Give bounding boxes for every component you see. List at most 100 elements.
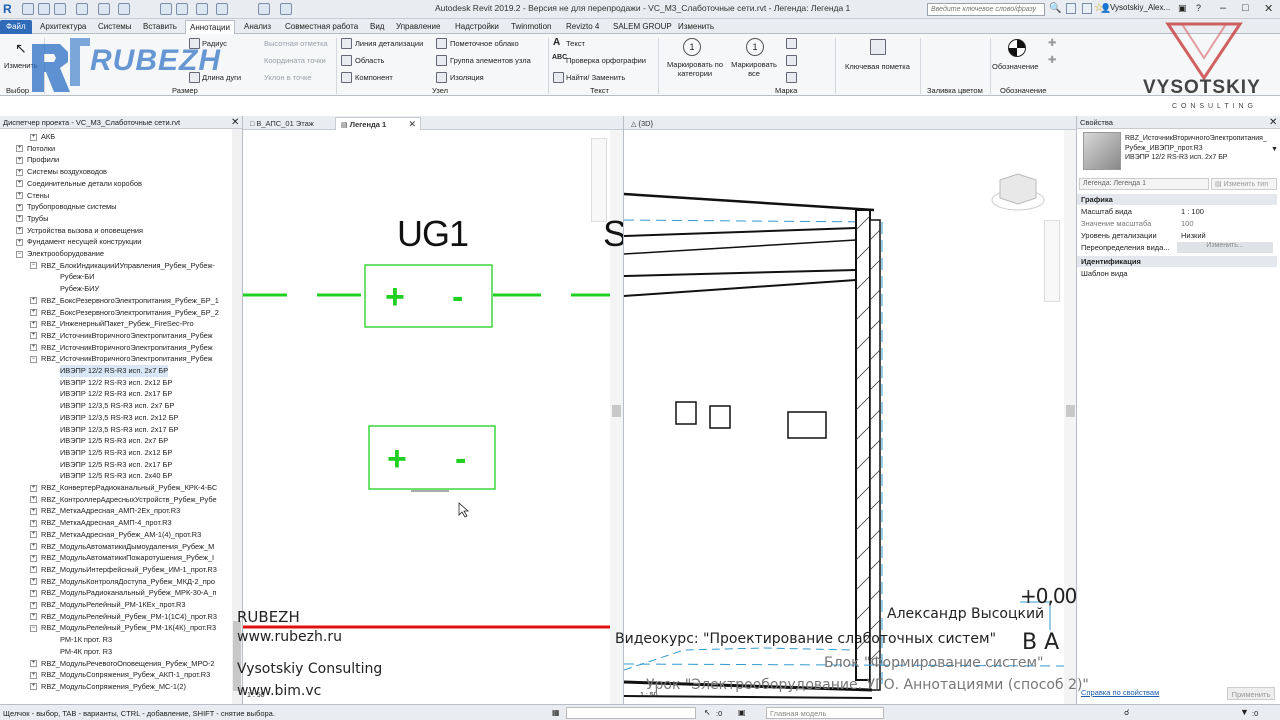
- undo-icon[interactable]: [54, 3, 66, 15]
- expand-icon[interactable]: +: [30, 496, 37, 504]
- expand-icon[interactable]: +: [16, 238, 23, 246]
- editable-only-icon[interactable]: ↖: [704, 708, 711, 717]
- beam-annotation-icon[interactable]: ✚: [1048, 55, 1056, 66]
- tree-item[interactable]: + RBZ_МеткаАдресная_АМП-4_прот.R3: [30, 517, 172, 529]
- view-tab-floor[interactable]: □ В_АПС_01 Этаж: [245, 117, 335, 130]
- tree-item[interactable]: + RBZ_КонвертерРадиоканальный_Рубеж_КРК-4…: [30, 482, 217, 494]
- tag-by-category-icon[interactable]: 1: [683, 38, 701, 56]
- tree-item[interactable]: + RBZ_ИнженерныйПакет_Рубеж_FireSec-Pro: [30, 318, 194, 330]
- minimize-button[interactable]: –: [1220, 2, 1226, 14]
- select-links-icon[interactable]: ☌: [1124, 708, 1129, 717]
- close-icon[interactable]: ✕: [231, 117, 239, 128]
- help-icon[interactable]: ?: [1196, 3, 1201, 13]
- component-icon[interactable]: [341, 72, 352, 83]
- tree-item[interactable]: + RBZ_МодульРелейный_РМ-1КЕх_прот.R3: [30, 599, 185, 611]
- design-options-icon[interactable]: ▣: [738, 708, 746, 717]
- tab-systems[interactable]: Системы: [98, 20, 132, 34]
- expand-icon[interactable]: +: [16, 145, 23, 153]
- spell-check-button[interactable]: Проверка орфографии: [566, 56, 646, 65]
- tag-all-button[interactable]: Маркировать все: [728, 60, 780, 78]
- keynote-button[interactable]: Ключевая пометка: [845, 62, 910, 71]
- tree-item[interactable]: + Трубопроводные системы: [16, 201, 116, 213]
- close-button[interactable]: ✕: [1264, 2, 1273, 15]
- expand-icon[interactable]: +: [30, 671, 37, 679]
- group-select-label[interactable]: Выбор: [6, 86, 29, 95]
- detail-line-icon[interactable]: [341, 38, 352, 49]
- type-dropdown-icon[interactable]: ▼: [1271, 146, 1278, 153]
- tag-options-icon-3[interactable]: [786, 72, 797, 83]
- close-icon[interactable]: ✕: [1269, 117, 1277, 128]
- expand-icon[interactable]: +: [16, 215, 23, 223]
- tree-item[interactable]: + RBZ_МеткаАдресная_Рубеж_АМ-1(4)_прот.R3: [30, 529, 201, 541]
- span-direction-icon[interactable]: ✚: [1048, 38, 1056, 49]
- tree-item[interactable]: + Потолки: [16, 143, 55, 155]
- tree-item[interactable]: ИВЭПР 12/5 RS-R3 исп. 2x12 БР: [60, 447, 172, 459]
- expand-icon[interactable]: +: [30, 344, 37, 352]
- tab-analyze[interactable]: Анализ: [244, 20, 271, 34]
- tree-item[interactable]: + RBZ_МодульСопряжения_Рубеж_МС-1(2): [30, 681, 186, 693]
- expand-icon[interactable]: +: [30, 613, 37, 621]
- tree-item[interactable]: + Стены: [16, 190, 49, 202]
- tree-item[interactable]: + RBZ_МеткаАдресная_АМП-2Ех_прот.R3: [30, 505, 180, 517]
- tab-architecture[interactable]: Архитектура: [40, 20, 86, 34]
- region-icon[interactable]: [341, 55, 352, 66]
- text-icon[interactable]: [160, 3, 172, 15]
- tree-item[interactable]: − Электрооборудование: [16, 248, 104, 260]
- expand-icon[interactable]: +: [30, 484, 37, 492]
- collapse-icon[interactable]: −: [30, 624, 37, 632]
- modify-icon[interactable]: ↖: [15, 40, 27, 57]
- region-button[interactable]: Область: [355, 56, 384, 65]
- tree-item[interactable]: − RBZ_БлокИндикацииИУправления_Рубеж_Рубе…: [30, 260, 215, 272]
- 3d-scale[interactable]: 1 : 50: [640, 692, 658, 699]
- apply-button[interactable]: Применить: [1227, 687, 1275, 700]
- save-icon[interactable]: [38, 3, 50, 15]
- insulation-button[interactable]: Изоляция: [450, 73, 484, 82]
- tree-item[interactable]: + Системы воздуховодов: [16, 166, 107, 178]
- expand-icon[interactable]: +: [16, 168, 23, 176]
- tab-collaborate[interactable]: Совместная работа: [285, 20, 358, 34]
- expand-icon[interactable]: +: [30, 297, 37, 305]
- tab-twinmotion[interactable]: Twinmotion: [511, 20, 551, 34]
- detail-group-button[interactable]: Группа элементов узла: [450, 56, 531, 65]
- print-icon[interactable]: [98, 3, 110, 15]
- tab-addins[interactable]: Надстройки: [455, 20, 499, 34]
- spot-elevation-button[interactable]: Высотная отметка: [264, 39, 328, 48]
- tree-item[interactable]: − RBZ_ИсточникВторичногоЭлектропитания_Ру…: [30, 353, 213, 365]
- search-icon[interactable]: 🔍: [1049, 3, 1061, 14]
- revision-cloud-button[interactable]: Пометочное облако: [450, 39, 519, 48]
- group-symbol-label[interactable]: Обозначение: [1000, 86, 1046, 95]
- redo-icon[interactable]: [76, 3, 88, 15]
- tag-all-icon[interactable]: 1: [746, 38, 764, 56]
- tree-item[interactable]: ИВЭПР 12/2 RS-R3 исп. 2x12 БР: [60, 377, 172, 389]
- tree-item[interactable]: + Трубы: [16, 213, 48, 225]
- user-name[interactable]: Vysotskiy_Alex...: [1110, 3, 1170, 12]
- expand-icon[interactable]: +: [16, 203, 23, 211]
- tree-item[interactable]: + RBZ_КонтроллерАдресныхУстройств_Рубеж_Р…: [30, 494, 217, 506]
- tab-insert[interactable]: Вставить: [143, 20, 177, 34]
- tree-item[interactable]: ИВЭПР 12/5 RS-R3 исп. 2x17 БР: [60, 459, 172, 471]
- tree-item[interactable]: − RBZ_МодульРелейный_Рубеж_РМ-1К(4К)_прот…: [30, 622, 216, 634]
- tree-item[interactable]: Рубеж-БИ: [60, 271, 94, 283]
- tree-item[interactable]: РМ-1К прот. R3: [60, 634, 112, 646]
- nav-bar[interactable]: [591, 138, 607, 222]
- cart-icon[interactable]: ▣: [1178, 3, 1187, 14]
- workset-dropdown[interactable]: [566, 707, 696, 719]
- tree-item[interactable]: + RBZ_МодульКонтроляДоступа_Рубеж_МКД-2_п…: [30, 576, 215, 588]
- overrides-edit-button[interactable]: Изменить...: [1177, 242, 1273, 253]
- text-button[interactable]: Текст: [566, 39, 585, 48]
- expand-icon[interactable]: +: [30, 578, 37, 586]
- find-replace-button[interactable]: Найти/ Заменить: [566, 73, 625, 82]
- close-icon[interactable]: ✕: [408, 119, 416, 130]
- expand-icon[interactable]: +: [30, 531, 37, 539]
- collapse-icon[interactable]: −: [30, 262, 37, 270]
- prop-detail-level-value[interactable]: Низкий: [1181, 231, 1206, 242]
- detail-group-icon[interactable]: [436, 55, 447, 66]
- maximize-button[interactable]: □: [1242, 2, 1249, 14]
- tag-by-category-button[interactable]: Маркировать по категории: [663, 60, 727, 78]
- group-text-label[interactable]: Текст: [590, 86, 609, 95]
- spell-check-icon[interactable]: ABC: [552, 54, 567, 61]
- tree-item[interactable]: + RBZ_МодульАвтоматикиПожаротушения_Рубеж…: [30, 552, 214, 564]
- view-tab-legend[interactable]: ▤ Легенда 1 ✕: [335, 117, 421, 130]
- spot-slope-button[interactable]: Уклон в точке: [264, 73, 312, 82]
- properties-help-link[interactable]: Справка по свойствам: [1081, 688, 1159, 697]
